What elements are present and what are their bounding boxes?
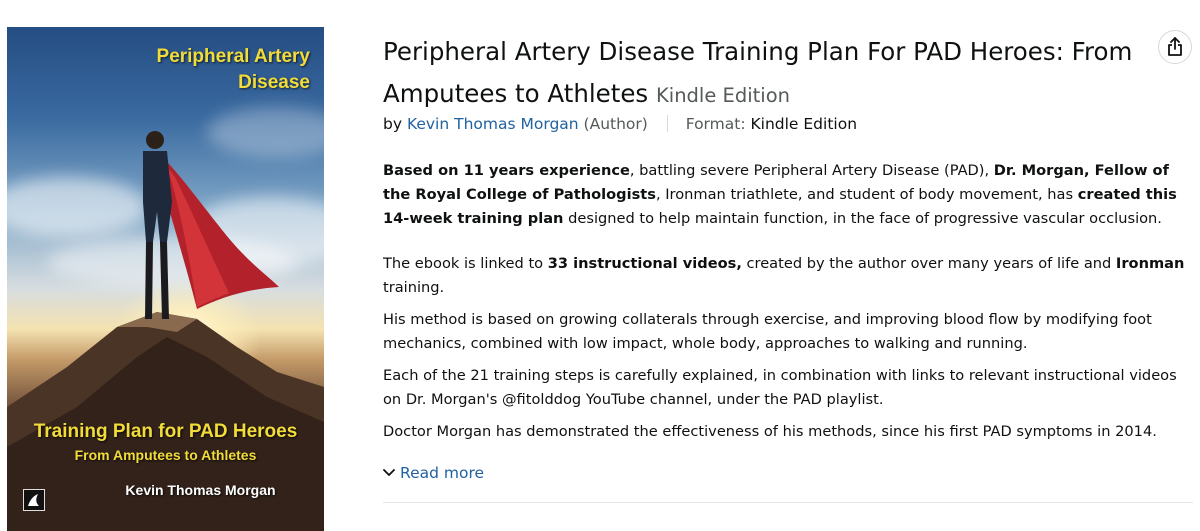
- description-text: created by the author over many years of…: [741, 255, 1116, 272]
- section-divider: [383, 502, 1193, 503]
- byline-divider: [666, 115, 668, 132]
- description-paragraph: Each of the 21 training steps is careful…: [383, 367, 1177, 408]
- cover-subtitle2: From Amputees to Athletes: [74, 447, 257, 463]
- share-button[interactable]: [1158, 30, 1192, 64]
- author-role: (Author): [583, 115, 648, 133]
- description-text: , Ironman triathlete, and student of bod…: [655, 186, 1078, 203]
- format-label: Format:: [685, 115, 746, 133]
- cover-author: Kevin Thomas Morgan: [125, 482, 276, 498]
- description-paragraph: The ebook is linked to 33 instructional …: [383, 252, 1193, 300]
- description-text: designed to help maintain function, in t…: [563, 210, 1162, 227]
- description-bold: Based on 11 years experience: [383, 162, 630, 179]
- description-text: , battling severe Peripheral Artery Dise…: [629, 162, 994, 179]
- cover-title: Peripheral Artery Disease: [7, 44, 310, 96]
- chevron-down-icon: [383, 469, 395, 476]
- publisher-logo-icon: [23, 489, 45, 511]
- read-more-link[interactable]: Read more: [383, 464, 484, 482]
- author-link[interactable]: Kevin Thomas Morgan: [407, 115, 579, 133]
- description-text: training.: [383, 279, 445, 296]
- edition-label: Kindle Edition: [655, 84, 791, 107]
- description-paragraph: His method is based on growing collatera…: [383, 311, 1152, 352]
- byline: by Kevin Thomas Morgan (Author) Format: …: [383, 115, 857, 133]
- by-label: by: [383, 115, 403, 133]
- cover-title-line2: Disease: [238, 72, 310, 93]
- product-title: Peripheral Artery Disease Training Plan …: [383, 31, 1143, 117]
- book-cover-image[interactable]: Peripheral Artery Disease Training Plan …: [7, 27, 324, 531]
- read-more-label: Read more: [400, 464, 485, 482]
- description-text: The ebook is linked to: [383, 255, 548, 272]
- book-description: Based on 11 years experience, battling s…: [383, 159, 1193, 459]
- cover-title-line1: Peripheral Artery: [156, 46, 310, 67]
- cover-subtitle: Training Plan for PAD Heroes: [33, 421, 298, 442]
- description-paragraph: Based on 11 years experience, battling s…: [383, 159, 1193, 231]
- description-paragraph: Doctor Morgan has demonstrated the effec…: [383, 423, 1157, 440]
- description-bold: Ironman: [1115, 255, 1185, 272]
- format-value: Kindle Edition: [750, 115, 858, 133]
- share-icon: [1168, 37, 1182, 56]
- description-bold: 33 instructional videos,: [547, 255, 742, 272]
- description-fade: [383, 447, 1193, 465]
